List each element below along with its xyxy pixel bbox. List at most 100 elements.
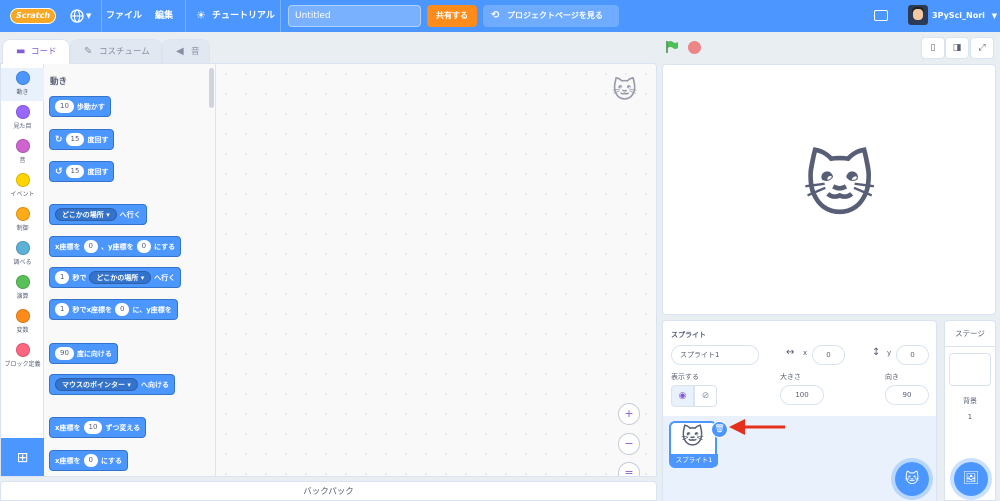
block-point-towards[interactable]: マウスのポインター ▾ へ向ける (49, 374, 175, 395)
chevron-down-icon: ▼ (991, 12, 998, 20)
category-color-dot (15, 173, 30, 187)
block-text: にする (154, 242, 176, 251)
backpack[interactable]: バックパック (0, 481, 657, 501)
tab-costume[interactable]: ✎ コスチューム (70, 39, 162, 64)
category-color-dot (15, 207, 30, 221)
sprite-name-input[interactable]: スプライト1 (671, 345, 759, 365)
block-dropdown[interactable]: マウスのポインター ▾ (55, 378, 138, 391)
block-move-steps[interactable]: 10 歩動かす (49, 96, 111, 117)
direction-label: 向き (885, 373, 899, 381)
x-arrows-icon: ↔ (786, 347, 795, 358)
block-set-x[interactable]: x座標を 0 にする (49, 450, 129, 471)
category-6[interactable]: 演算 (1, 272, 44, 305)
block-turn-right[interactable]: ↻ 15 度回す (49, 129, 115, 150)
category-2[interactable]: 音 (1, 136, 44, 169)
normal-stage-button[interactable]: ◨ (945, 37, 969, 59)
add-backdrop-button[interactable]: 🖼 (954, 462, 988, 496)
block-dropdown[interactable]: どこかの場所 ▾ (55, 208, 117, 221)
block-input[interactable]: 0 (83, 454, 98, 467)
category-4[interactable]: 制御 (1, 204, 44, 237)
category-label: 音 (19, 157, 26, 164)
palette-scrollbar[interactable] (209, 68, 214, 108)
sprite-thumbnail[interactable]: 🐱 スプライト1 🗑 (669, 421, 728, 468)
category-color-dot (15, 105, 30, 119)
x-input[interactable]: 0 (812, 345, 845, 365)
zoom-in-icon: + (624, 407, 634, 420)
zoom-out-button[interactable]: − (618, 433, 640, 455)
stage-canvas[interactable]: 🐱 (662, 64, 996, 315)
language-menu[interactable]: ▼ (70, 7, 96, 25)
block-input[interactable]: 90 (55, 347, 74, 360)
category-1[interactable]: 見た目 (1, 102, 44, 135)
sprite-list: 🐱 スプライト1 🗑 (663, 416, 936, 501)
fullscreen-button[interactable]: ⤢ (970, 37, 994, 59)
add-sprite-button[interactable]: 🐱 (895, 462, 929, 496)
tab-code[interactable]: ▬ コード (2, 39, 70, 64)
small-stage-button[interactable]: ▯ (921, 37, 945, 59)
share-button[interactable]: 共有する (427, 5, 477, 27)
globe-icon (70, 9, 84, 23)
block-text: 歩動かす (76, 102, 105, 111)
category-7[interactable]: 変数 (1, 306, 44, 339)
size-input[interactable]: 100 (780, 385, 824, 405)
block-go-to[interactable]: どこかの場所 ▾ へ行く (49, 204, 147, 225)
block-point-in-direction[interactable]: 90 度に向ける (49, 343, 118, 364)
block-input[interactable]: 0 (83, 240, 98, 253)
tab-code-label: コード (31, 47, 57, 57)
tab-sound[interactable]: ◀ 音 (162, 39, 210, 64)
tutorial-menu[interactable]: ☀ チュートリアル (196, 0, 275, 32)
block-input[interactable]: 0 (114, 303, 130, 316)
direction-input[interactable]: 90 (885, 385, 929, 405)
project-title-input[interactable]: Untitled (288, 5, 421, 27)
green-flag-icon[interactable] (665, 40, 679, 54)
code-blocks-icon: ▬ (16, 46, 26, 57)
block-input[interactable]: 0 (136, 240, 152, 253)
block-input[interactable]: 15 (65, 165, 85, 178)
block-text: 、y座標を (100, 242, 134, 251)
category-3[interactable]: イベント (1, 170, 44, 203)
category-5[interactable]: 調べる (1, 238, 44, 271)
stage-thumbnail[interactable] (949, 353, 991, 386)
script-area[interactable]: 🐱 + − = (216, 64, 656, 476)
edit-menu[interactable]: 編集 (155, 0, 173, 32)
block-input[interactable]: 15 (65, 133, 85, 146)
tab-sound-label: 音 (191, 47, 200, 57)
my-stuff-folder-icon[interactable] (874, 10, 888, 21)
category-0[interactable]: 動き (1, 68, 44, 101)
block-text: ずつ変える (105, 423, 141, 432)
code-area: 動き 見た目音イベント 制御 調べる 演算 変数 ブロック定義 動き 10 歩動かす ↻ 1… (0, 63, 657, 477)
small-stage-icon: ▯ (930, 43, 936, 53)
block-input[interactable]: 1 (55, 271, 70, 284)
delete-sprite-button[interactable]: 🗑 (711, 421, 728, 438)
account-menu[interactable]: 3PySci_Nori ▼ (932, 0, 997, 32)
file-menu[interactable]: ファイル (106, 0, 142, 32)
cat-sprite-icon[interactable]: 🐱 (803, 150, 876, 220)
lightbulb-icon: ☀ (196, 9, 206, 22)
add-extension-button[interactable]: ⊞ (1, 438, 44, 476)
scratch-logo[interactable]: Scratch (10, 8, 56, 24)
stop-icon[interactable] (688, 41, 701, 54)
block-dropdown[interactable]: どこかの場所 ▾ (89, 271, 152, 284)
block-glide-to-xy[interactable]: 1 秒でx座標を 0 に、y座標を (49, 299, 178, 320)
block-turn-left[interactable]: ↺ 15 度回す (49, 161, 115, 182)
category-8[interactable]: ブロック定義 (1, 340, 44, 373)
block-input[interactable]: 1 (55, 303, 70, 316)
turn-left-icon: ↺ (55, 166, 63, 177)
category-color-dot (15, 71, 30, 85)
zoom-reset-button[interactable]: = (618, 462, 640, 476)
hide-button[interactable]: ⊘ (694, 385, 717, 407)
block-text: へ向ける (140, 380, 169, 389)
y-input[interactable]: 0 (896, 345, 929, 365)
avatar[interactable] (908, 5, 928, 25)
y-arrows-icon: ↕ (872, 347, 881, 358)
block-input[interactable]: 10 (83, 421, 103, 434)
block-go-to-xy[interactable]: x座標を 0 、y座標を 0 にする (49, 236, 182, 257)
zoom-in-button[interactable]: + (618, 403, 640, 425)
block-change-x[interactable]: x座標を 10 ずつ変える (49, 417, 147, 438)
tutorial-label: チュートリアル (212, 11, 275, 21)
show-button[interactable]: ◉ (671, 385, 694, 407)
see-project-page-button[interactable]: ⟲ プロジェクトページを見る (483, 5, 619, 27)
block-glide-to[interactable]: 1 秒で どこかの場所 ▾ へ行く (49, 267, 182, 288)
block-input[interactable]: 10 (55, 100, 74, 113)
sprite-cat-watermark-icon: 🐱 (612, 76, 638, 104)
